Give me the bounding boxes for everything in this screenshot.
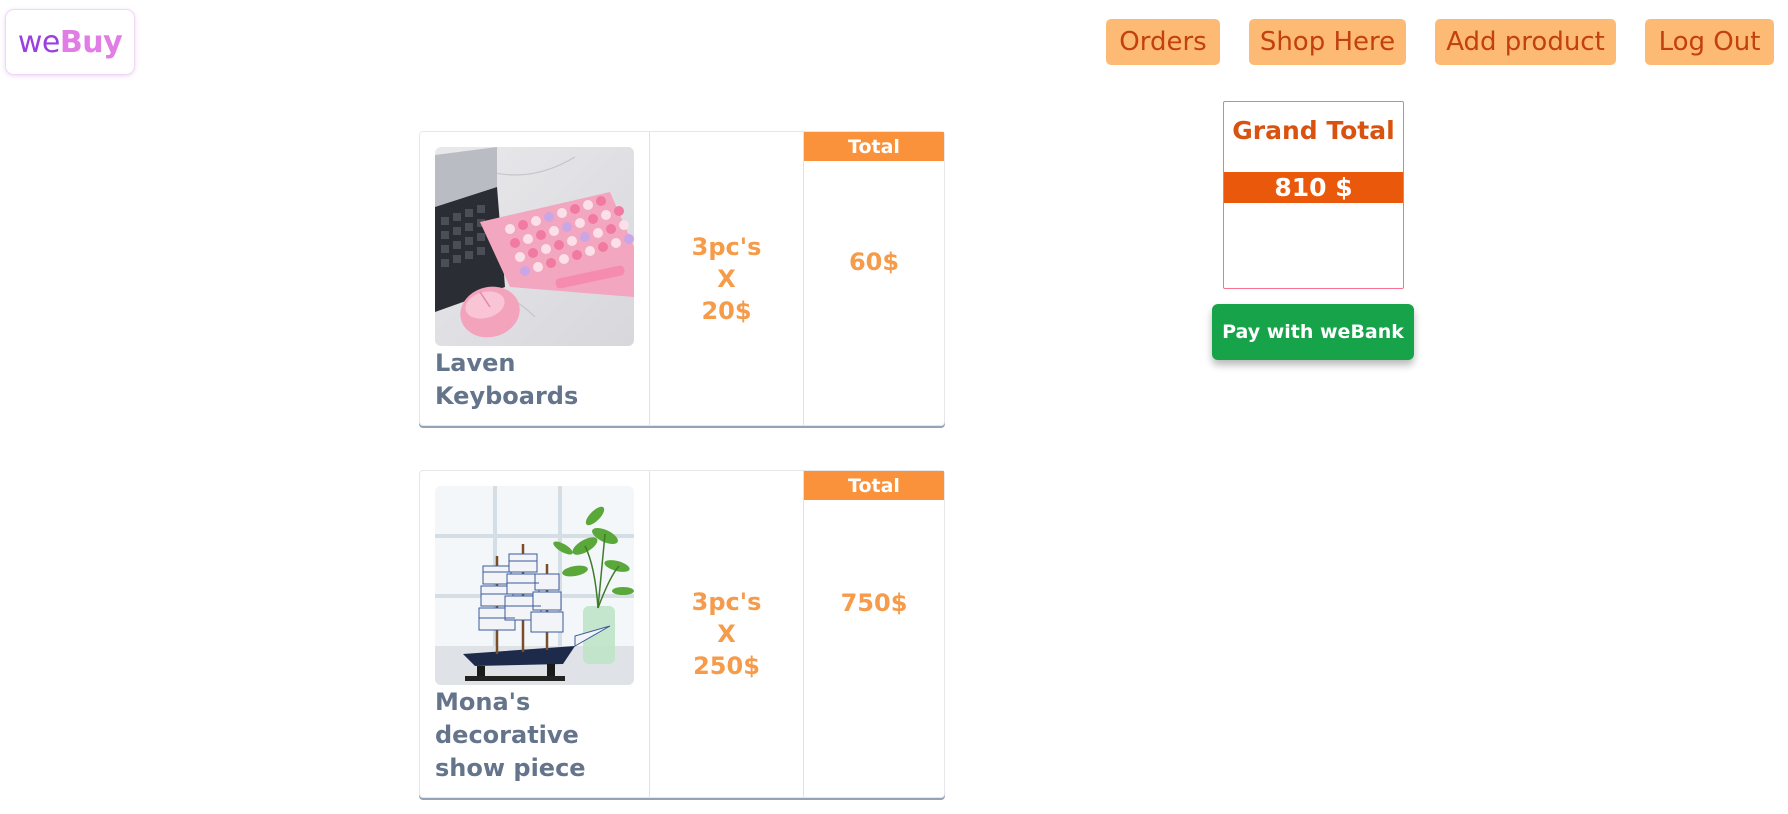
quantity-column: 3pc's X 20$ — [650, 132, 804, 425]
log-out-button[interactable]: Log Out — [1645, 19, 1774, 65]
unit-price: 20$ — [701, 296, 752, 325]
logo-text-buy: Buy — [59, 24, 123, 60]
grand-total-amount: 810 $ — [1224, 172, 1403, 203]
total-header: Total — [804, 132, 944, 161]
product-name: Mona's decorative show piece — [435, 688, 586, 782]
webuy-logo[interactable]: we Buy — [5, 9, 135, 75]
quantity: 3pc's — [691, 232, 762, 261]
product-name: Laven Keyboards — [435, 349, 579, 410]
shop-here-button[interactable]: Shop Here — [1249, 19, 1406, 65]
item-total: 60$ — [848, 248, 900, 276]
add-product-button[interactable]: Add product — [1435, 19, 1616, 65]
quantity-price: 3pc's X 250$ — [692, 586, 762, 682]
unit-price: 250$ — [693, 652, 760, 680]
quantity: 3pc's — [691, 588, 762, 616]
times-sign: X — [717, 264, 736, 293]
total-column: Total 60$ — [804, 132, 944, 425]
cart-page: we Buy Orders Shop Here Add product Log O… — [0, 0, 1788, 814]
grand-total-panel: Grand Total 810 $ — [1223, 101, 1404, 289]
pay-with-webank-button[interactable]: Pay with weBank — [1212, 304, 1414, 360]
total-column: Total 750$ — [804, 471, 944, 797]
grand-total-title: Grand Total — [1232, 116, 1395, 145]
item-total: 750$ — [840, 589, 908, 617]
orders-button[interactable]: Orders — [1106, 19, 1220, 65]
product-column: Mona's decorative show piece — [420, 471, 650, 797]
product-column: Laven Keyboards — [420, 132, 650, 425]
quantity-price: 3pc's X 20$ — [692, 231, 762, 327]
logo-text-we: we — [17, 24, 61, 60]
times-sign: X — [717, 620, 736, 648]
cart-item-card: Laven Keyboards 3pc's X 20$ Total 60$ — [419, 131, 945, 426]
keyboard-product-image — [435, 147, 634, 346]
total-header: Total — [804, 471, 944, 500]
cart-item-card: Mona's decorative show piece 3pc's X 250… — [419, 470, 945, 798]
quantity-column: 3pc's X 250$ — [650, 471, 804, 797]
ship-decor-product-image — [435, 486, 634, 685]
